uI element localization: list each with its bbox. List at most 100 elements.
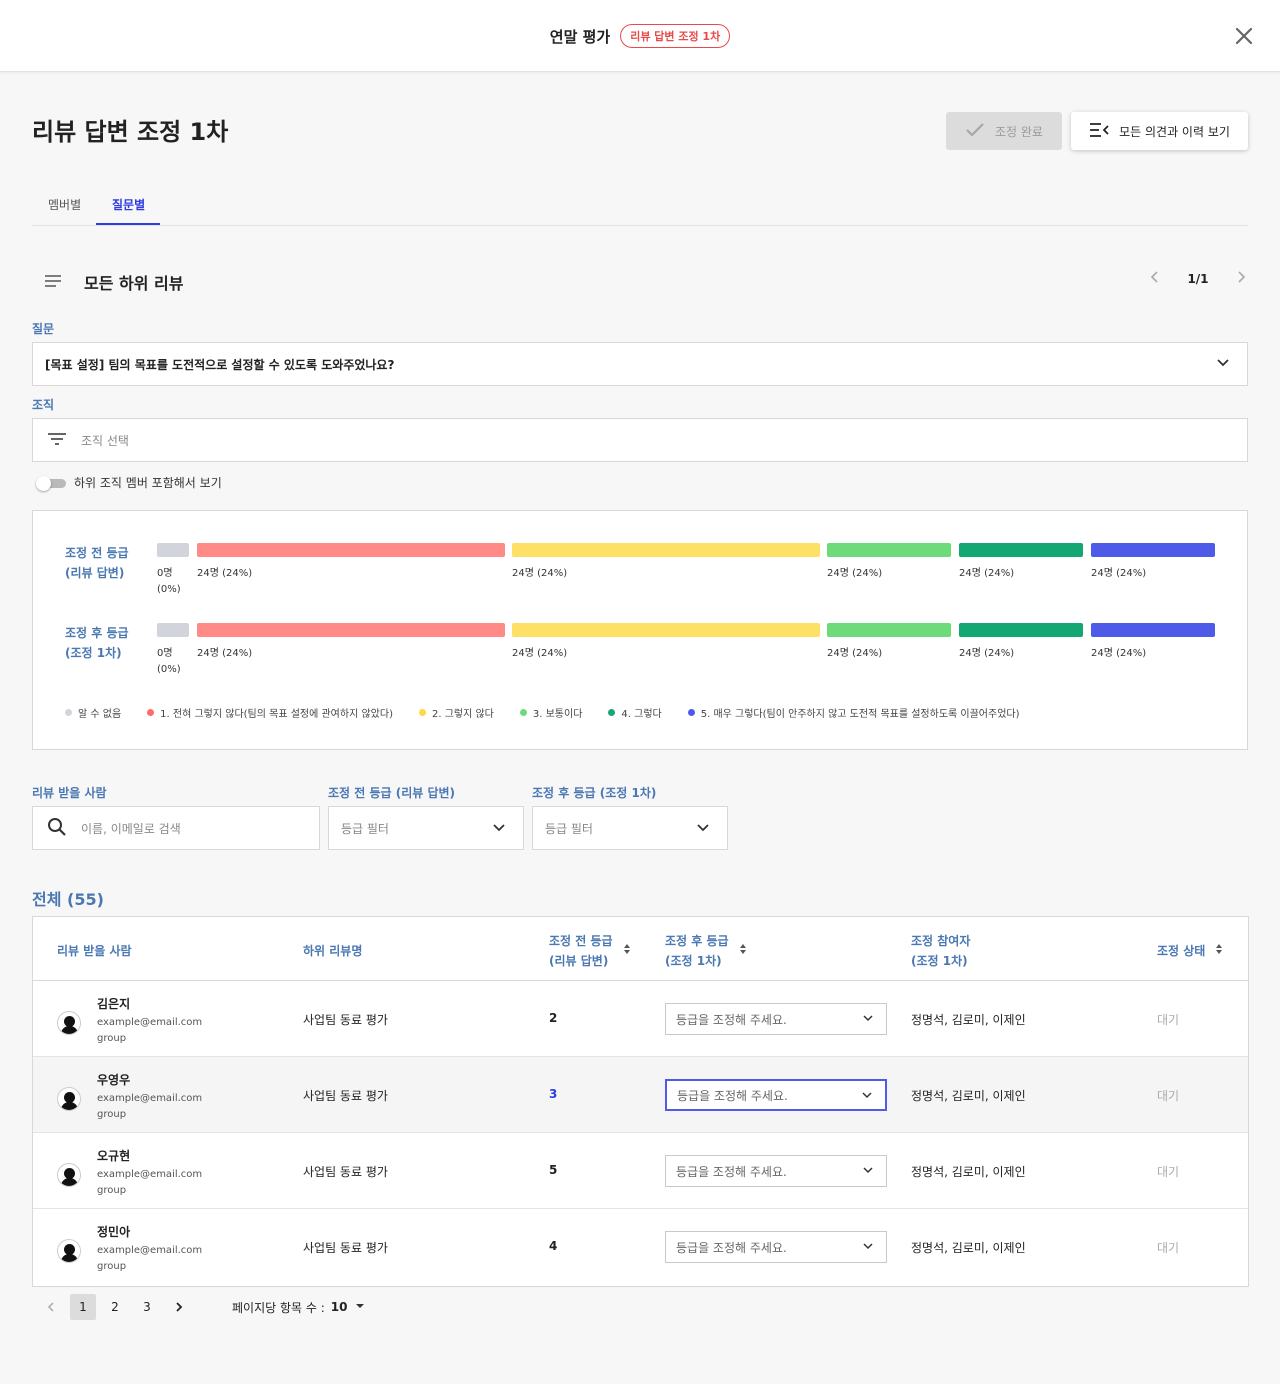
chevron-down-icon	[1215, 355, 1231, 374]
review-name: 사업팀 동료 평가	[303, 1165, 388, 1179]
distribution-bar-label: 24명 (24%)	[827, 568, 883, 579]
legend-label: 1. 전혀 그렇지 않다(팀의 목표 설정에 관여하지 않았다)	[160, 709, 393, 720]
reviewee-group: group	[97, 1033, 127, 1044]
before-grade: 5	[549, 1163, 558, 1177]
avatar	[57, 1239, 81, 1263]
page-button-1[interactable]: 1	[70, 1294, 96, 1320]
distribution-bar-segment	[959, 543, 1083, 557]
tab-by-member[interactable]: 멤버별	[48, 196, 81, 213]
column-header-before-grade[interactable]: 조정 전 등급 (리뷰 답변)	[549, 931, 631, 971]
page-button-2[interactable]: 2	[102, 1294, 128, 1320]
round-badge: 리뷰 답변 조정 1차	[620, 24, 731, 48]
chevron-down-icon	[861, 1089, 873, 1104]
tab-by-question[interactable]: 질문별	[112, 196, 145, 213]
before-grade-filter[interactable]: 등급 필터	[328, 806, 524, 850]
review-name: 사업팀 동료 평가	[303, 1013, 388, 1027]
reviewee-name: 김은지	[97, 997, 131, 1011]
chevron-right-icon[interactable]	[166, 1294, 192, 1320]
after-row-label-line1: 조정 후 등급	[65, 626, 129, 640]
legend-dot	[519, 709, 527, 716]
sort-icon[interactable]	[623, 941, 631, 961]
adjust-grade-select[interactable]: 등급을 조정해 주세요.	[665, 1231, 887, 1263]
reviewee-email: example@email.com	[97, 1093, 203, 1104]
sort-icon[interactable]	[1215, 941, 1223, 961]
legend-label: 5. 매우 그렇다(팀이 안주하지 않고 도전적 목표를 설정하도록 이끌어주었…	[700, 709, 1020, 720]
section-pager: 1/1	[1148, 270, 1248, 288]
status-header-label: 조정 상태	[1157, 944, 1206, 958]
legend-item: 1. 전혀 그렇지 않다(팀의 목표 설정에 관여하지 않았다)	[147, 705, 393, 720]
distribution-bar-label: 24명 (24%)	[197, 648, 253, 659]
distribution-bar-segment	[827, 543, 951, 557]
question-select[interactable]: [목표 설정] 팀의 목표를 도전적으로 설정할 수 있도록 도와주었나요?	[32, 342, 1248, 386]
reviewee-name: 정민아	[97, 1225, 131, 1239]
column-header-status[interactable]: 조정 상태	[1157, 941, 1223, 961]
distribution-bar-segment	[827, 623, 951, 637]
legend-label: 4. 그렇다	[621, 709, 662, 720]
column-header-participants: 조정 참여자 (조정 1차)	[911, 931, 970, 971]
legend-dot	[687, 709, 695, 716]
reviewee-email: example@email.com	[97, 1017, 203, 1028]
table-row: 오규현 example@email.com group 사업팀 동료 평가 5 …	[33, 1133, 1248, 1209]
before-grade: 4	[549, 1239, 558, 1253]
adjust-grade-placeholder: 등급을 조정해 주세요.	[676, 1012, 787, 1027]
per-page-label: 페이지당 항목 수 :	[232, 1300, 325, 1315]
before-row-label-line2: (리뷰 답변)	[65, 566, 125, 580]
table-row: 우영우 example@email.com group 사업팀 동료 평가 3 …	[33, 1057, 1248, 1133]
column-header-after-grade[interactable]: 조정 후 등급 (조정 1차)	[665, 931, 747, 971]
reviewee-group: group	[97, 1185, 127, 1196]
section-page-indicator: 1/1	[1187, 272, 1209, 286]
column-header-review-name: 하위 리뷰명	[303, 944, 363, 958]
per-page-selector[interactable]: 페이지당 항목 수 : 10	[232, 1299, 367, 1316]
status-badge: 대기	[1157, 1013, 1180, 1027]
view-history-button[interactable]: 모든 의견과 이력 보기	[1071, 112, 1248, 150]
distribution-legend: 알 수 없음 1. 전혀 그렇지 않다(팀의 목표 설정에 관여하지 않았다) …	[65, 705, 1046, 720]
reviewee-search-input[interactable]: 이름, 이메일로 검색	[32, 806, 320, 850]
complete-adjustment-label: 조정 완료	[995, 124, 1043, 139]
before-grade-filter-placeholder: 등급 필터	[341, 821, 389, 836]
close-icon[interactable]	[1230, 22, 1258, 50]
org-select[interactable]: 조직 선택	[32, 418, 1248, 462]
question-label: 질문	[32, 322, 55, 336]
legend-label: 3. 보통이다	[532, 709, 583, 720]
chevron-left-icon[interactable]	[38, 1294, 64, 1320]
chevron-left-icon[interactable]	[1148, 270, 1160, 288]
total-count: 전체 (55)	[32, 890, 104, 909]
view-tabs: 멤버별 질문별	[32, 186, 1248, 226]
sub-org-toggle-row: 하위 조직 멤버 포함해서 보기	[36, 474, 222, 491]
adjust-grade-placeholder: 등급을 조정해 주세요.	[676, 1164, 787, 1179]
view-history-label: 모든 의견과 이력 보기	[1119, 124, 1230, 139]
complete-adjustment-button[interactable]: 조정 완료	[946, 112, 1062, 150]
review-name: 사업팀 동료 평가	[303, 1241, 388, 1255]
adjust-grade-select[interactable]: 등급을 조정해 주세요.	[665, 1155, 887, 1187]
sub-org-toggle[interactable]	[36, 475, 66, 491]
reviewee-name: 오규현	[97, 1149, 131, 1163]
legend-item: 2. 그렇지 않다	[418, 705, 494, 720]
distribution-bar-segment	[197, 543, 505, 557]
adjust-grade-select[interactable]: 등급을 조정해 주세요.	[665, 1079, 887, 1111]
section-title: 모든 하위 리뷰	[84, 274, 184, 293]
top-bar: 연말 평가 리뷰 답변 조정 1차	[0, 0, 1280, 72]
reviewee-filter-label: 리뷰 받을 사람	[32, 786, 107, 800]
chevron-right-icon[interactable]	[1236, 270, 1248, 288]
page-button-3[interactable]: 3	[134, 1294, 160, 1320]
legend-dot	[418, 709, 426, 716]
table-row: 김은지 example@email.com group 사업팀 동료 평가 2 …	[33, 981, 1248, 1057]
table-pagination: 1 2 3 페이지당 항목 수 : 10	[38, 1294, 367, 1320]
page-title: 리뷰 답변 조정 1차	[32, 118, 229, 146]
caret-down-icon	[353, 1300, 367, 1314]
participants: 정명석, 김로미, 이제인	[911, 1013, 1026, 1027]
sort-icon[interactable]	[739, 941, 747, 961]
adjust-grade-select[interactable]: 등급을 조정해 주세요.	[665, 1003, 887, 1035]
participants-header-line2: (조정 1차)	[911, 954, 968, 968]
chevron-down-icon	[862, 1164, 874, 1179]
history-list-icon	[1089, 122, 1109, 141]
participants: 정명석, 김로미, 이제인	[911, 1165, 1026, 1179]
legend-label: 알 수 없음	[78, 709, 122, 720]
distribution-bar-segment	[1091, 623, 1215, 637]
after-grade-filter[interactable]: 등급 필터	[532, 806, 728, 850]
org-placeholder: 조직 선택	[81, 433, 129, 448]
active-tab-indicator	[96, 223, 160, 225]
before-grade-filter-label: 조정 전 등급 (리뷰 답변)	[328, 786, 456, 800]
chevron-down-icon	[862, 1240, 874, 1255]
search-icon	[47, 817, 67, 840]
